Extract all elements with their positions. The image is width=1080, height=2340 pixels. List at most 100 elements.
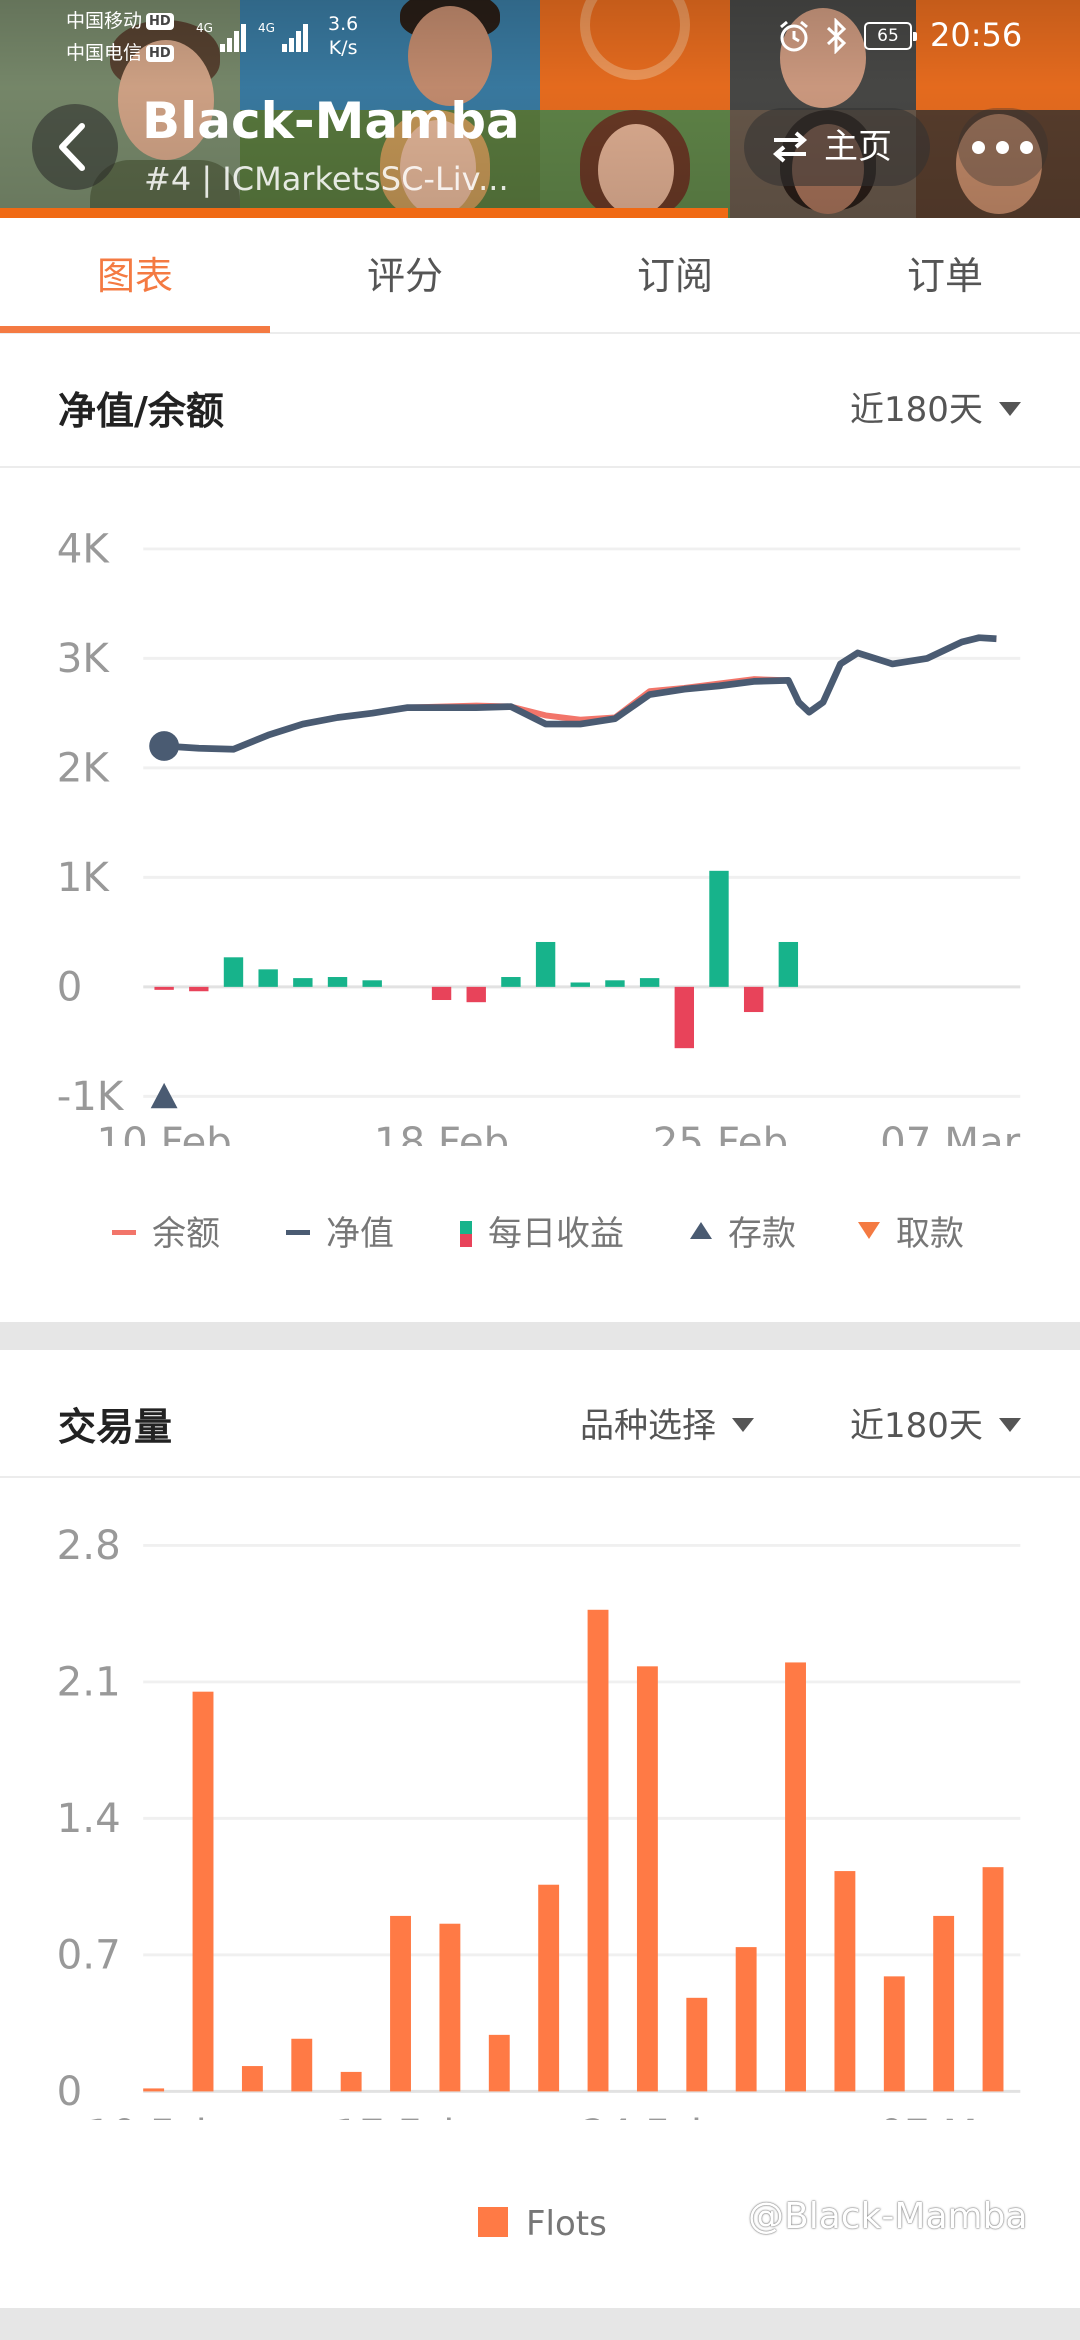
more-button[interactable] (958, 108, 1048, 186)
volume-legend[interactable]: Flots (478, 2204, 607, 2244)
caret-down-icon (998, 402, 1021, 416)
y-tick-label: 2K (57, 745, 111, 791)
bluetooth-icon (826, 18, 847, 54)
y-tick-label: 3K (57, 636, 111, 682)
y-tick-label: 0 (57, 964, 83, 1010)
daily-profit-bar (709, 870, 729, 987)
volume-bar (340, 2071, 362, 2092)
legend-flots-swatch (478, 2207, 508, 2237)
profile-header: 中国移动 HD 中国电信 HD 4G 4G 3.6 K/s 65 20:56 Blac… (0, 0, 1080, 218)
daily-profit-bar (605, 980, 625, 987)
daily-profit-bar (535, 941, 556, 987)
page-title: Black-Mamba (142, 92, 520, 150)
volume-range-dropdown[interactable]: 近180天 (850, 1398, 1021, 1447)
alarm-icon (780, 20, 808, 52)
battery-icon: 65 (864, 22, 917, 50)
volume-bar (143, 2088, 165, 2092)
legend-deposit[interactable]: 存款 (690, 1206, 796, 1255)
volume-bar (785, 1662, 806, 2092)
caret-down-icon (998, 1418, 1021, 1432)
account-subtitle: #4 | ICMarketsSC-Liv... (144, 160, 509, 198)
legend-withdrawal[interactable]: 取款 (858, 1206, 964, 1255)
volume-bar (439, 1923, 461, 2092)
volume-chart: 2.8 2.1 1.4 0.7 010 Feb 17 Feb 24 Feb 07 Mar (57, 1523, 1021, 2120)
carrier-2: 中国电信 HD (66, 42, 174, 64)
volume-bar (538, 1884, 560, 2092)
daily-profit-bar (189, 986, 209, 992)
equity-section: 净值/余额 近180天 4K 3K 2K 1K 0 -1K 10 Feb 18 Feb 25 F… (0, 336, 1080, 1324)
signal-icon-2: 4G (258, 21, 308, 52)
x-tick-label: 18 Feb (374, 1120, 509, 1146)
x-tick-label: 17 Feb (334, 2112, 469, 2120)
symbol-dropdown[interactable]: 品种选择 (580, 1398, 754, 1447)
volume-bar (883, 1976, 905, 2092)
legend-balance[interactable]: 余额 (112, 1206, 220, 1255)
daily-profit-bar (293, 978, 313, 987)
legend-daily-profit[interactable]: 每日收益 (460, 1206, 624, 1255)
volume-bar (488, 2034, 510, 2092)
volume-bar (241, 2066, 263, 2092)
volume-bar (587, 1609, 609, 2092)
volume-section: 交易量 品种选择 近180天 2.8 2.1 1.4 0.7 010 Feb 17 Feb… (0, 1350, 1080, 2308)
volume-bar (686, 1997, 708, 2092)
back-button[interactable] (32, 104, 118, 190)
volume-bar (933, 1915, 955, 2092)
x-tick-label: 07 Mar (879, 2112, 1019, 2120)
signal-icon: 4G (196, 21, 246, 52)
tab-subscribe[interactable]: 订阅 (540, 218, 810, 334)
volume-title: 交易量 (58, 1405, 173, 1449)
equity-legend: 余额 净值 每日收益 存款 取款 (0, 1206, 1080, 1256)
daily-profit-bar (570, 982, 590, 987)
equity-start-point (149, 731, 180, 761)
caret-down-icon (732, 1418, 754, 1432)
equity-range-dropdown[interactable]: 近180天 (850, 382, 1021, 431)
daily-profit-bar (674, 986, 695, 1049)
svg-text:4G: 4G (258, 21, 275, 35)
daily-profit-bar (362, 980, 382, 987)
daily-profit-bar (327, 977, 348, 987)
x-tick-label: 24 Feb (581, 2112, 716, 2120)
back-icon (59, 123, 85, 171)
watermark: @Black-Mamba (748, 2196, 1028, 2237)
y-tick-label: -1K (57, 1074, 125, 1120)
y-tick-label: 2.1 (57, 1659, 121, 1705)
y-tick-label: 1K (57, 855, 111, 901)
equity-plot-area: 4K 3K 2K 1K 0 -1K10 Feb 18 Feb 25 Feb 07 Mar (57, 526, 1021, 1146)
daily-profit-bar (154, 986, 174, 990)
volume-bar (636, 1666, 658, 2092)
equity-line (163, 634, 997, 753)
volume-bar (390, 1915, 411, 2092)
legend-flots: Flots (526, 2204, 607, 2244)
x-tick-label: 25 Feb (653, 1120, 788, 1146)
daily-profit-bar (639, 978, 660, 987)
y-tick-label: 2.8 (57, 1523, 121, 1569)
tab-indicator (0, 326, 270, 333)
daily-profit-bar (223, 957, 244, 987)
tab-orders[interactable]: 订单 (810, 218, 1080, 334)
x-tick-label: 07 Mar (880, 1120, 1020, 1146)
volume-bar (192, 1691, 214, 2092)
carrier-1: 中国移动 HD (66, 10, 174, 32)
daily-profit-bar (258, 969, 278, 987)
volume-bar (291, 2038, 313, 2092)
legend-equity[interactable]: 净值 (286, 1206, 394, 1255)
more-icon (972, 141, 985, 154)
home-label: 主页 (824, 127, 892, 167)
swap-icon (772, 131, 808, 163)
x-tick-label: 10 Feb (96, 1120, 231, 1146)
daily-profit-bar (431, 986, 452, 1001)
tab-rating[interactable]: 评分 (270, 218, 540, 334)
tab-bar: 图表 评分 订阅 订单 (0, 218, 1080, 334)
home-button[interactable]: 主页 (744, 108, 930, 186)
daily-profit-bar (466, 986, 486, 1003)
network-speed: 3.6 K/s (328, 13, 359, 59)
status-time: 20:56 (930, 16, 1023, 54)
volume-bar (735, 1947, 757, 2092)
tab-chart[interactable]: 图表 (0, 218, 270, 334)
daily-profit-bar (778, 941, 799, 987)
equity-title: 净值/余额 (58, 389, 224, 433)
daily-profit-bar (501, 977, 521, 987)
volume-bar (834, 1871, 856, 2092)
y-tick-label: 1.4 (57, 1796, 121, 1842)
volume-bar (982, 1867, 1004, 2092)
